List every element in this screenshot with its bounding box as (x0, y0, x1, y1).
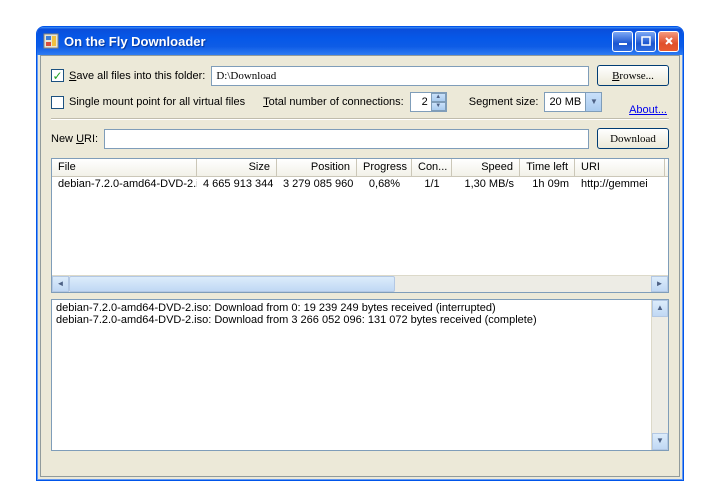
col-file[interactable]: File (52, 159, 197, 176)
col-progress[interactable]: Progress (357, 159, 412, 176)
app-icon (43, 33, 59, 49)
vertical-scrollbar[interactable]: ▲ ▼ (651, 300, 668, 450)
options-panel: ✓ Save all files into this folder: Brows… (41, 56, 679, 158)
chevron-down-icon[interactable]: ▼ (585, 93, 601, 111)
browse-button[interactable]: Browse... (597, 65, 669, 86)
segment-combo[interactable]: 20 MB ▼ (544, 92, 602, 112)
separator (51, 118, 669, 120)
scroll-down-icon[interactable]: ▼ (652, 433, 668, 450)
horizontal-scrollbar[interactable]: ◄ ► (52, 275, 668, 292)
listview-header[interactable]: File Size Position Progress Con... Speed… (52, 159, 668, 177)
single-mount-checkbox[interactable]: ✓ (51, 96, 64, 109)
scroll-right-icon[interactable]: ► (651, 276, 668, 292)
segment-label: Segment size: (469, 96, 539, 108)
scroll-thumb[interactable] (69, 276, 395, 292)
scroll-up-icon[interactable]: ▲ (652, 300, 668, 317)
client-area: ✓ Save all files into this folder: Brows… (40, 55, 680, 477)
folder-input[interactable] (211, 66, 589, 86)
app-window: On the Fly Downloader ✓ Save all files i… (36, 26, 684, 481)
downloads-listview[interactable]: File Size Position Progress Con... Speed… (51, 158, 669, 293)
col-speed[interactable]: Speed (452, 159, 520, 176)
save-all-label: Save all files into this folder: (69, 70, 205, 82)
spin-up-icon[interactable]: ▲ (431, 93, 446, 102)
save-all-checkbox[interactable]: ✓ (51, 69, 64, 82)
single-mount-label: Single mount point for all virtual files (69, 96, 245, 108)
total-conn-spinner[interactable]: 2 ▲▼ (410, 92, 447, 112)
scroll-left-icon[interactable]: ◄ (52, 276, 69, 292)
col-uri[interactable]: URI (575, 159, 665, 176)
col-timeleft[interactable]: Time left (520, 159, 575, 176)
close-button[interactable] (658, 31, 679, 52)
about-link[interactable]: About... (629, 104, 667, 116)
col-position[interactable]: Position (277, 159, 357, 176)
spin-down-icon[interactable]: ▼ (431, 102, 446, 111)
download-button[interactable]: Download (597, 128, 669, 149)
uri-input[interactable] (104, 129, 589, 149)
minimize-button[interactable] (612, 31, 633, 52)
scroll-track[interactable] (69, 276, 651, 292)
scroll-track[interactable] (652, 317, 668, 433)
log-line: debian-7.2.0-amd64-DVD-2.iso: Download f… (56, 314, 664, 326)
log-line: debian-7.2.0-amd64-DVD-2.iso: Download f… (56, 302, 664, 314)
table-row[interactable]: debian-7.2.0-amd64-DVD-2.iso 4 665 913 3… (52, 177, 668, 193)
titlebar[interactable]: On the Fly Downloader (37, 27, 683, 55)
log-view[interactable]: debian-7.2.0-amd64-DVD-2.iso: Download f… (51, 299, 669, 451)
col-size[interactable]: Size (197, 159, 277, 176)
window-title: On the Fly Downloader (64, 34, 612, 49)
col-conn[interactable]: Con... (412, 159, 452, 176)
total-conn-label: Total number of connections: (263, 96, 404, 108)
new-uri-label: New URI: (51, 133, 98, 145)
maximize-button[interactable] (635, 31, 656, 52)
